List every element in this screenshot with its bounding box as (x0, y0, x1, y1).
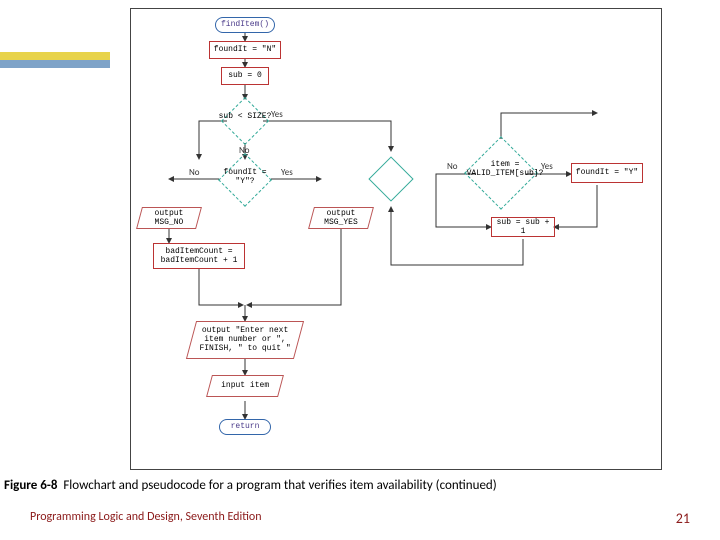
label-no-3: No (447, 161, 458, 172)
label-no-2: No (189, 167, 200, 178)
process-inc-sub: sub = sub + 1 (491, 217, 555, 237)
start-terminator: findItem() (215, 17, 275, 33)
label-yes-3: Yes (541, 161, 553, 172)
input-item: input item (206, 375, 284, 397)
footer-page-number: 21 (676, 510, 690, 527)
return-terminator: return (219, 419, 271, 435)
label-no-1: No (239, 145, 250, 156)
output-prompt: output "Enter next item number or ", FIN… (186, 321, 304, 359)
decision-foundit-text: foundIt = "Y"? (215, 169, 275, 187)
process-init-sub: sub = 0 (221, 67, 269, 85)
flowchart-canvas: findItem() foundIt = "N" sub = 0 sub < S… (130, 8, 662, 470)
output-msg-no: output MSG_NO (136, 207, 202, 229)
decision-size-text: sub < SIZE? (215, 113, 275, 122)
process-inc-bad: badItemCount = badItemCount + 1 (153, 243, 245, 269)
loop-connector (368, 156, 413, 201)
footer-book-title: Programming Logic and Design, Seventh Ed… (30, 510, 262, 524)
process-set-found: foundIt = "Y" (571, 163, 643, 183)
label-yes-2: Yes (281, 167, 293, 178)
output-msg-yes: output MSG_YES (308, 207, 374, 229)
figure-caption: Figure 6-8 Flowchart and pseudocode for … (4, 478, 718, 493)
label-yes-1: Yes (271, 109, 283, 120)
decision-match-text: item = VALID_ITEM[sub]? (465, 161, 545, 179)
process-init-found: foundIt = "N" (209, 41, 281, 59)
